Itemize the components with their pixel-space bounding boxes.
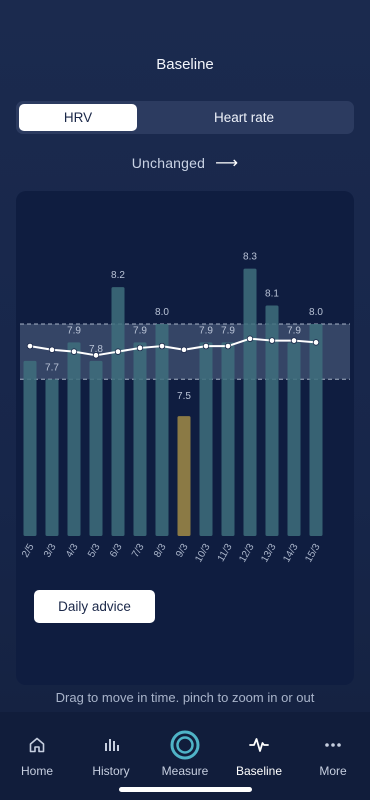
x-tick-label: 12/3	[237, 542, 256, 565]
gesture-hint: Drag to move in time. pinch to zoom in o…	[55, 690, 315, 705]
baseline-point-13/3	[268, 337, 276, 344]
nav-label: Measure	[161, 764, 209, 778]
bar-3/3[interactable]	[45, 379, 59, 536]
baseline-point-9/3	[180, 346, 188, 353]
bar-15/3[interactable]	[309, 323, 323, 536]
value-label-13/3: 8.1	[265, 289, 279, 300]
status-text: Unchanged	[131, 155, 206, 171]
x-tick-label: 10/3	[193, 542, 212, 565]
bar-2/5[interactable]	[23, 360, 37, 536]
x-tick-label: 15/3	[303, 542, 322, 565]
home-indicator	[119, 787, 252, 792]
x-tick-label: 14/3	[281, 542, 300, 565]
bar-6/3[interactable]	[111, 287, 125, 536]
x-tick-label: 7/3	[130, 542, 147, 560]
x-tick-label: 6/3	[108, 542, 125, 560]
bar-14/3[interactable]	[287, 342, 301, 536]
baseline-status: Unchanged ⟶	[0, 153, 370, 173]
nav-more[interactable]: More	[296, 712, 370, 800]
nav-label: Home	[20, 764, 53, 778]
value-label-9/3: 7.5	[177, 391, 191, 402]
value-label-15/3: 8.0	[309, 307, 323, 318]
baseline-point-5/3	[92, 352, 100, 359]
baseline-point-8/3	[158, 342, 166, 350]
x-tick-label: 3/3	[42, 542, 59, 560]
bar-11/3[interactable]	[221, 342, 235, 536]
baseline-point-11/3	[224, 342, 232, 350]
bar-12/3[interactable]	[243, 268, 257, 536]
value-label-10/3: 7.9	[199, 325, 213, 336]
hrv-chart-card[interactable]: 7.7 7.9 7.8 8.2 7.9 8.0 7.5 7.9 7.9 8.3 8.1 7.9 8.0 2…	[16, 191, 354, 685]
tab-hrv[interactable]: HRV	[19, 104, 137, 131]
ring-icon	[170, 730, 200, 760]
value-label-6/3: 8.2	[111, 270, 125, 281]
value-label-4/3: 7.9	[67, 325, 81, 336]
x-tick-label: 5/3	[86, 542, 103, 560]
baseline-point-2/5	[26, 342, 34, 350]
nav-label: More	[319, 764, 347, 778]
page-title: Baseline	[156, 56, 214, 73]
baseline-point-15/3	[312, 339, 320, 346]
x-tick-label: 8/3	[152, 542, 169, 560]
tab-heart-rate[interactable]: Heart rate	[137, 104, 351, 131]
bar-8/3[interactable]	[155, 323, 169, 536]
baseline-point-14/3	[290, 337, 298, 344]
value-label-7/3: 7.9	[133, 325, 147, 336]
pulse-icon	[249, 733, 269, 757]
value-label-8/3: 8.0	[155, 307, 169, 318]
bar-10/3[interactable]	[199, 342, 213, 536]
hrv-chart[interactable]: 7.77.97.88.27.98.07.57.9 7.98.38.17.98.02…	[16, 191, 354, 581]
baseline-point-7/3	[136, 344, 144, 352]
bar-9/3[interactable]	[177, 416, 191, 536]
dots-icon	[324, 733, 342, 757]
x-tick-label: 13/3	[259, 542, 278, 565]
bar-7/3[interactable]	[133, 342, 147, 536]
baseline-point-4/3	[70, 348, 78, 355]
baseline-point-10/3	[202, 342, 210, 350]
value-label-12/3: 8.3	[243, 252, 257, 263]
nav-label: History	[92, 764, 130, 778]
nav-home[interactable]: Home	[0, 712, 74, 800]
x-tick-label: 9/3	[174, 542, 191, 560]
baseline-point-3/3	[48, 346, 56, 353]
value-label-11/3: 7.9	[221, 325, 235, 336]
x-tick-label: 11/3	[216, 542, 235, 564]
value-label-14/3: 7.9	[287, 325, 301, 336]
baseline-point-6/3	[114, 348, 122, 355]
home-icon	[28, 733, 46, 757]
metric-segmented-control: HRV Heart rate	[16, 101, 354, 134]
value-label-3/3: 7.7	[45, 362, 59, 373]
x-tick-label: 4/3	[64, 542, 81, 560]
daily-advice-button[interactable]: Daily advice	[34, 590, 155, 623]
baseline-point-12/3	[246, 335, 254, 342]
bar-5/3[interactable]	[89, 360, 103, 536]
nav-label: Baseline	[235, 764, 283, 778]
x-tick-label: 2/5	[20, 542, 37, 560]
bar-chart-icon	[102, 733, 120, 757]
arrow-right-icon: ⟶	[215, 155, 239, 172]
bar-4/3[interactable]	[67, 342, 81, 536]
